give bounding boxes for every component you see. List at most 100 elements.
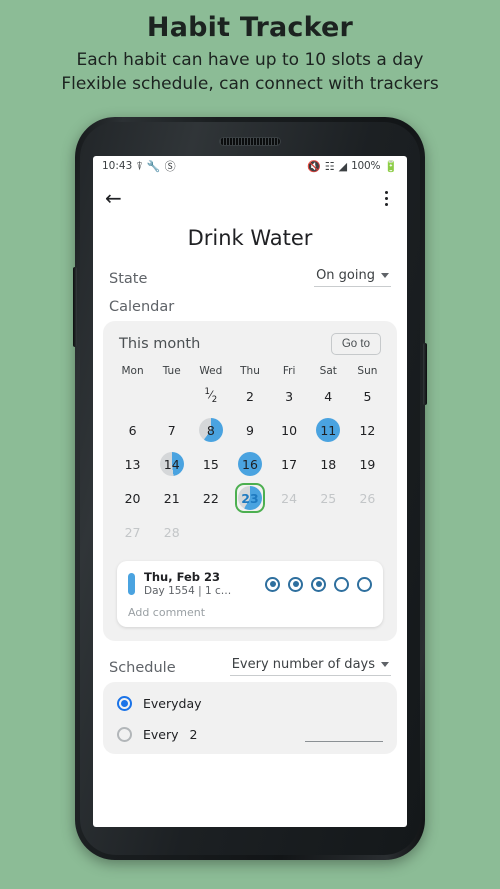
calendar-cell-empty [348,515,387,549]
calendar-day-cell[interactable]: 20 [113,481,152,515]
calendar-day-cell[interactable]: 25 [309,481,348,515]
calendar-day-cell[interactable]: 14 [152,447,191,481]
calendar-day-cell[interactable]: 26 [348,481,387,515]
calendar-day-header: Mon [121,365,144,377]
calendar-day-number: 9 [246,422,254,438]
calendar-day-number: 1⁄2 [204,387,218,405]
calendar-day-cell[interactable]: 11 [309,413,348,447]
calendar-day-number: 17 [281,456,298,472]
schedule-mode-dropdown[interactable]: Every number of days [229,657,391,676]
promo-subtitle-line-2: Flexible schedule, can connect with trac… [61,74,439,94]
slot-empty-icon[interactable] [334,576,349,592]
schedule-interval-field[interactable] [305,728,383,742]
calendar-cell-empty [152,379,191,413]
calendar-day-cell[interactable]: 13 [113,447,152,481]
volume-button[interactable] [73,267,77,347]
battery-full-icon: 🔋 [384,159,398,173]
go-to-button[interactable]: Go to [330,333,381,355]
page-title: Habit Tracker [146,12,354,43]
mute-icon: 🔇 [307,159,321,173]
calendar-day-cell[interactable]: 24 [270,481,309,515]
calendar-day-cell[interactable]: 8 [191,413,230,447]
battery-percent-label: 100% [351,160,381,172]
calendar-day-number: 11 [320,422,337,438]
calendar-day-header: Thu [240,365,260,377]
calendar-day-cell[interactable]: 18 [309,447,348,481]
calendar-day-cell[interactable]: 6 [113,413,152,447]
calendar-day-header: Sun [357,365,378,377]
calendar-day-header: Wed [199,365,223,377]
calendar-day-cell[interactable]: 16 [230,447,269,481]
calendar-day-cell[interactable]: 27 [113,515,152,549]
calendar-day-number: 10 [281,422,298,438]
calendar-day-number: 3 [285,388,294,404]
schedule-option-everyday[interactable]: Everyday [117,696,383,711]
calendar-day-number: 12 [359,422,376,438]
radio-selected-icon[interactable] [117,696,132,711]
calendar-day-cell[interactable]: 7 [152,413,191,447]
slot-empty-icon[interactable] [357,576,372,592]
calendar-day-cell[interactable]: 4 [309,379,348,413]
calendar-day-cell[interactable]: 15 [191,447,230,481]
state-label: State [109,271,148,287]
chevron-down-icon [381,662,389,667]
wrench-icon: 🔧 [146,159,161,173]
calendar-day-cell[interactable]: 10 [270,413,309,447]
calendar-day-cell[interactable]: 22 [191,481,230,515]
calendar-day-cell[interactable]: 1⁄2 [191,379,230,413]
schedule-interval-value[interactable]: 2 [190,727,198,742]
power-button[interactable] [423,343,427,405]
calendar-day-cell[interactable]: 9 [230,413,269,447]
earpiece-speaker-icon [219,137,281,146]
promo-header: Habit Tracker Each habit can have up to … [0,0,500,96]
calendar-cell-empty [191,515,230,549]
calendar-day-header: Tue [162,365,181,377]
app-bar: ← [93,176,407,220]
calendar-day-number: 14 [163,456,180,472]
slot-filled-icon[interactable] [288,576,303,592]
slot-filled-icon[interactable] [311,576,326,592]
schedule-option-every-n-days[interactable]: Every 2 [117,727,383,742]
no-sim-icon: ⍒ [136,159,143,173]
calendar-day-cell[interactable]: 2 [230,379,269,413]
add-comment-input[interactable]: Add comment [128,606,372,619]
calendar-day-number: 28 [163,524,180,540]
overflow-menu-icon[interactable] [377,188,395,208]
state-row: State On going [93,268,407,287]
state-dropdown[interactable]: On going [314,268,391,287]
calendar-day-number: 8 [206,422,215,438]
calendar-grid: 1⁄2 2 3 4 5 6 7 8 9 10 11 12 13 14 15 16 17 18 19 20 21 22 23 2… [113,379,387,549]
day-detail-subtitle: Day 1554 | 1 con... [144,585,236,597]
promo-subtitle-line-1: Each habit can have up to 10 slots a day [76,50,424,70]
radio-unselected-icon[interactable] [117,727,132,742]
habit-title: Drink Water [187,226,313,250]
calendar-day-number: 26 [359,490,376,506]
calendar-day-number: 22 [202,490,219,506]
calendar-day-cell[interactable]: 28 [152,515,191,549]
calendar-cell-empty [113,379,152,413]
calendar-day-cell[interactable]: 3 [270,379,309,413]
calendar-day-header: Sat [319,365,337,377]
calendar-day-cell[interactable]: 5 [348,379,387,413]
calendar-day-cell[interactable]: 12 [348,413,387,447]
status-bar: 10:43 ⍒ 🔧 Ⓢ 🔇 ☷ ◢ 100% 🔋 [93,156,407,176]
slot-filled-icon[interactable] [265,576,280,592]
calendar-day-number: 19 [359,456,376,472]
slot-group [265,576,372,592]
schedule-option-label: Every [143,727,179,742]
calendar-day-number: 18 [320,456,337,472]
calendar-label: Calendar [109,299,175,315]
calendar-month-label: This month [119,336,201,352]
calendar-cell-empty [270,515,309,549]
back-arrow-icon[interactable]: ← [105,188,122,208]
calendar-day-cell[interactable]: 19 [348,447,387,481]
calendar-day-number: 24 [281,490,298,506]
calendar-day-cell[interactable]: 17 [270,447,309,481]
calendar-day-number: 25 [320,490,337,506]
schedule-row: Schedule Every number of days [93,657,407,676]
phone-screen: 10:43 ⍒ 🔧 Ⓢ 🔇 ☷ ◢ 100% 🔋 ← Drink Water S… [93,156,407,827]
calendar-day-cell[interactable]: 23 [230,481,269,515]
calendar-day-number: 13 [124,456,141,472]
calendar-day-cell[interactable]: 21 [152,481,191,515]
calendar-day-number: 16 [242,456,258,472]
